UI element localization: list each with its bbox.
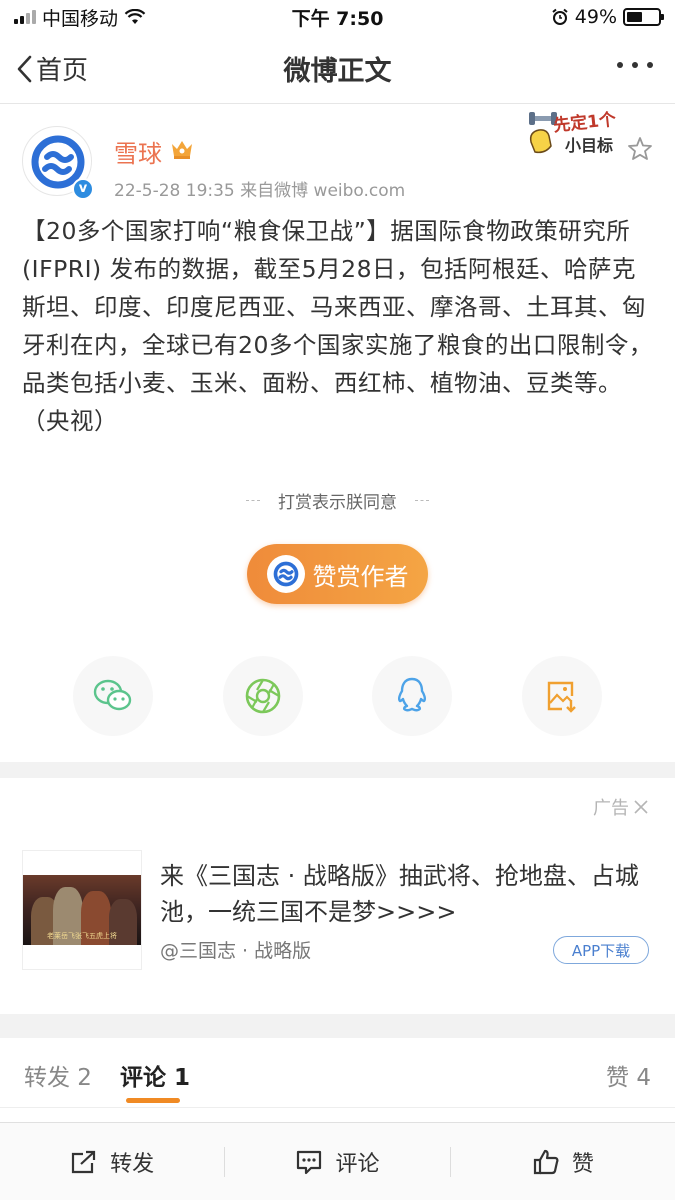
ad-close-button[interactable]: 广告: [593, 794, 649, 820]
carrier-group: 中国移动: [14, 4, 146, 31]
share-row: [0, 656, 675, 736]
section-divider: [0, 762, 675, 778]
share-moments-button[interactable]: [223, 656, 303, 736]
carrier-name: 中国移动: [42, 7, 119, 30]
favorite-star-icon[interactable]: [627, 136, 653, 162]
share-qq-button[interactable]: [372, 656, 452, 736]
nav-bar: 首页 微博正文: [0, 34, 675, 104]
sticker-badge: 先定1个 小目标: [525, 106, 627, 162]
divider: [246, 500, 260, 501]
app-download-button[interactable]: APP下载: [553, 936, 649, 964]
divider: [415, 500, 429, 501]
share-wechat-button[interactable]: [73, 656, 153, 736]
like-button[interactable]: 赞: [451, 1123, 675, 1200]
battery-percent: 49%: [574, 6, 617, 28]
signal-icon: [14, 10, 36, 24]
alarm-icon: [552, 8, 568, 25]
battery-group: 49%: [551, 6, 664, 28]
qq-icon: [397, 677, 427, 712]
crown-badge-icon: [172, 141, 192, 159]
comment-button[interactable]: 评论: [225, 1123, 449, 1200]
comment-icon: [297, 1150, 322, 1174]
back-label: 首页: [36, 56, 89, 86]
wifi-icon: [124, 9, 146, 24]
xueqiu-logo-icon: [266, 555, 305, 593]
verified-badge-icon: v: [72, 178, 94, 200]
interaction-tabs: 转发 2 评论 1 赞 4: [0, 1038, 675, 1108]
save-image-icon: [547, 681, 576, 713]
ad-thumbnail[interactable]: 老莱岳飞张飞五虎上将: [22, 850, 142, 970]
bottom-toolbar: 转发 评论 赞: [0, 1122, 675, 1200]
more-options-button[interactable]: [617, 62, 653, 68]
tab-repost[interactable]: 转发 2: [24, 1058, 92, 1092]
battery-fill: [627, 12, 642, 22]
reward-button-label: 赞赏作者: [312, 562, 409, 591]
wechat-icon: [93, 679, 132, 711]
thumbs-up-icon: [533, 1149, 559, 1174]
back-button[interactable]: 首页: [16, 50, 88, 87]
reward-note-text: 打赏表示朕同意: [278, 493, 397, 513]
comment-label: 评论: [335, 1151, 380, 1177]
ad-label: 广告: [593, 798, 629, 819]
tab-like[interactable]: 赞 4: [606, 1058, 651, 1092]
status-bar: 中国移动 下午 7:50 49%: [0, 0, 675, 34]
chevron-left-icon: [17, 55, 32, 82]
page-title: 微博正文: [283, 56, 392, 87]
ad-title[interactable]: 来《三国志 · 战略版》抽武将、抢地盘、占城池，一统三国不是梦>>>>: [160, 858, 640, 930]
post-header: v 雪球 22-5-28 19:35 来自微博 weibo.com 先定1个 小…: [22, 110, 653, 206]
ad-image: 老莱岳飞张飞五虎上将: [23, 875, 141, 945]
sticker-line-2: 小目标: [565, 136, 614, 155]
like-label: 赞: [571, 1151, 594, 1177]
save-image-button[interactable]: [522, 656, 602, 736]
moments-icon: [245, 678, 281, 714]
repost-icon: [72, 1150, 96, 1173]
close-icon: [634, 800, 648, 814]
ad-image-caption: 老莱岳飞张飞五虎上将: [47, 932, 117, 940]
tab-comment[interactable]: 评论 1: [120, 1058, 190, 1092]
post-body: 【20多个国家打响“粮食保卫战”】据国际食物政策研究所 (IFPRI) 发布的数…: [22, 217, 653, 435]
author-name[interactable]: 雪球: [114, 134, 162, 169]
battery-icon: [623, 8, 664, 26]
repost-label: 转发: [110, 1151, 155, 1177]
post-meta: 22-5-28 19:35 来自微博 weibo.com: [114, 181, 406, 201]
active-tab-indicator: [126, 1098, 180, 1103]
reward-author-button[interactable]: 赞赏作者: [247, 544, 428, 604]
reward-note: 打赏表示朕同意: [0, 488, 675, 513]
repost-button[interactable]: 转发: [0, 1123, 224, 1200]
section-divider: [0, 1014, 675, 1038]
ad-source: @三国志 · 战略版: [160, 940, 312, 962]
